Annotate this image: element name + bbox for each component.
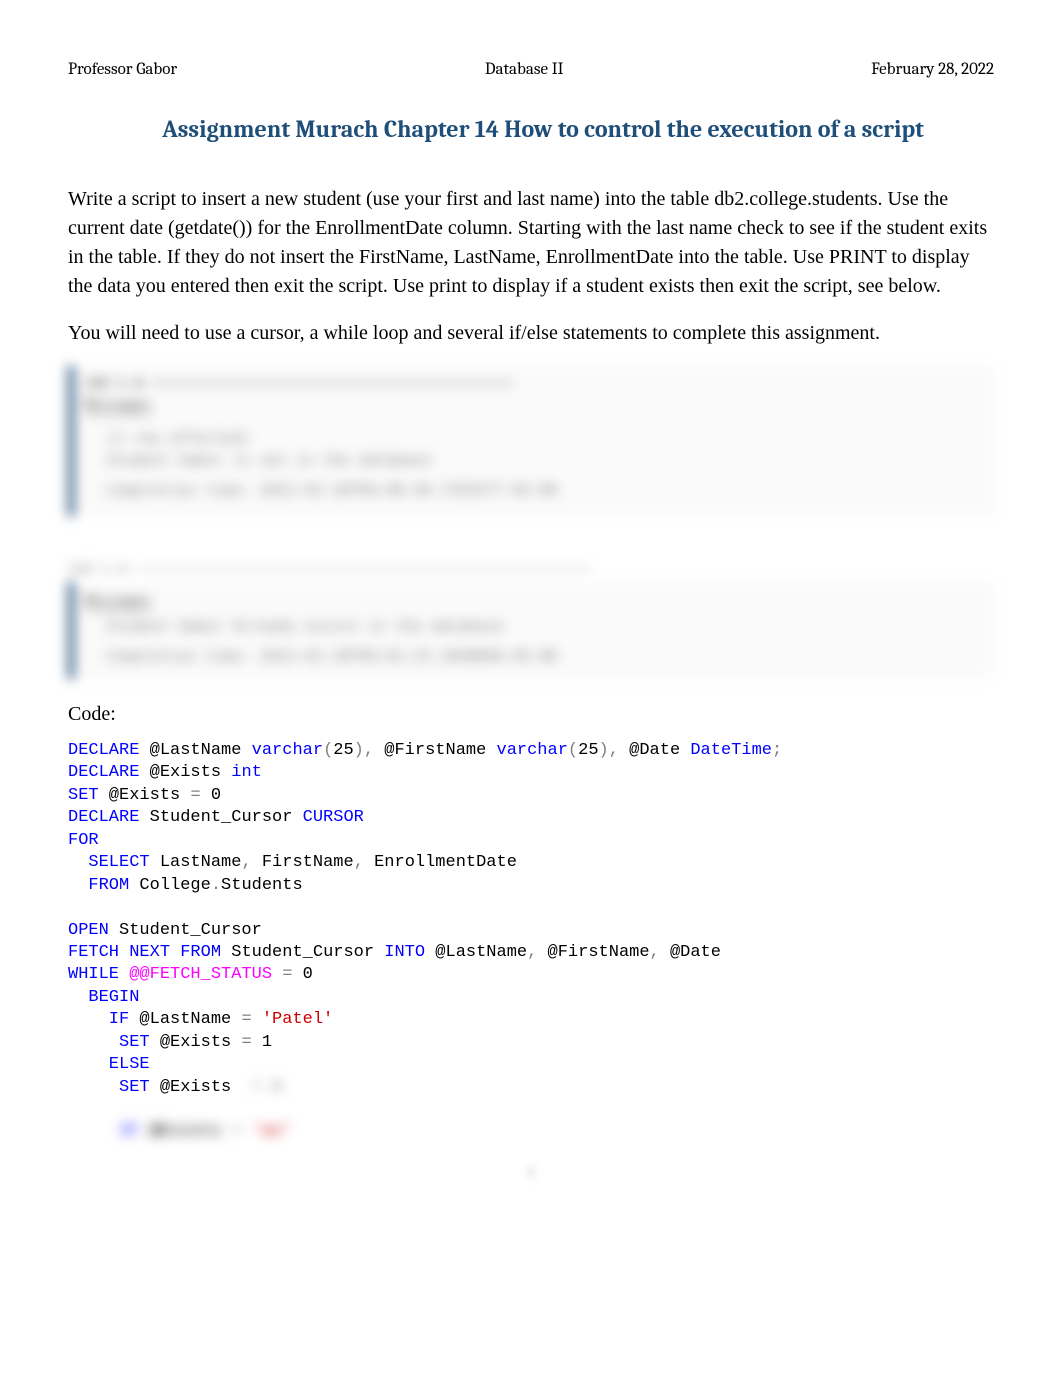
- output-screenshot-1: 100 % ▼ ────────────────────────────────…: [68, 366, 994, 516]
- page-header: Professor Gabor Database II February 28,…: [68, 60, 994, 79]
- output-row: Completion time: 2022-02-28T09:01:15.284…: [84, 647, 982, 665]
- header-left: Professor Gabor: [68, 60, 177, 79]
- code-block: DECLARE @LastName varchar(25), @FirstNam…: [68, 740, 994, 1144]
- output-screenshot-2: 100 % ▼ ────────────────────────────────…: [68, 562, 994, 679]
- output-row: Student Gabor is not in the database: [84, 451, 982, 469]
- messages-tab: Messages: [84, 593, 151, 611]
- messages-tab: Messages: [84, 397, 151, 415]
- header-right: February 28, 2022: [871, 60, 994, 79]
- output-row: Student Gabor Already exists in the data…: [84, 617, 982, 635]
- paragraph-hint: You will need to use a cursor, a while l…: [68, 319, 994, 348]
- page-title: Assignment Murach Chapter 14 How to cont…: [122, 115, 964, 143]
- output-row: (1 row affected): [84, 429, 982, 447]
- output-row: Completion time: 2022-02-28T09:00:30.735…: [84, 481, 982, 499]
- paragraph-instructions: Write a script to insert a new student (…: [68, 185, 994, 301]
- header-center: Database II: [485, 60, 564, 79]
- code-label: Code:: [68, 703, 994, 726]
- page-number: 1: [68, 1164, 994, 1182]
